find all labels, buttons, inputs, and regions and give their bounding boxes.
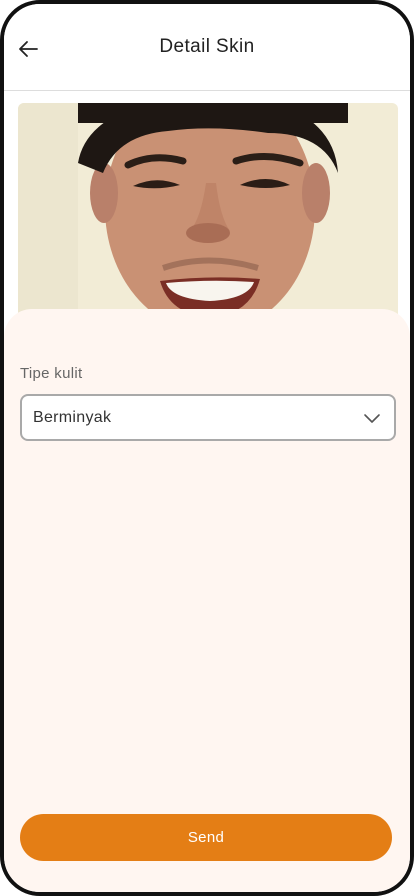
- face-photo: [18, 103, 398, 323]
- form-sheet: Tipe kulit Berminyak Send: [4, 309, 410, 892]
- skin-type-select[interactable]: Berminyak: [20, 394, 396, 441]
- app-header: Detail Skin: [4, 4, 410, 91]
- skin-type-label: Tipe kulit: [20, 365, 83, 382]
- chevron-down-icon: [364, 414, 380, 423]
- send-button[interactable]: Send: [20, 814, 392, 861]
- page-title: Detail Skin: [159, 36, 255, 57]
- skin-type-value: Berminyak: [33, 409, 112, 426]
- device-frame: Detail Skin Tipe kulit Berminyak Send: [0, 0, 414, 896]
